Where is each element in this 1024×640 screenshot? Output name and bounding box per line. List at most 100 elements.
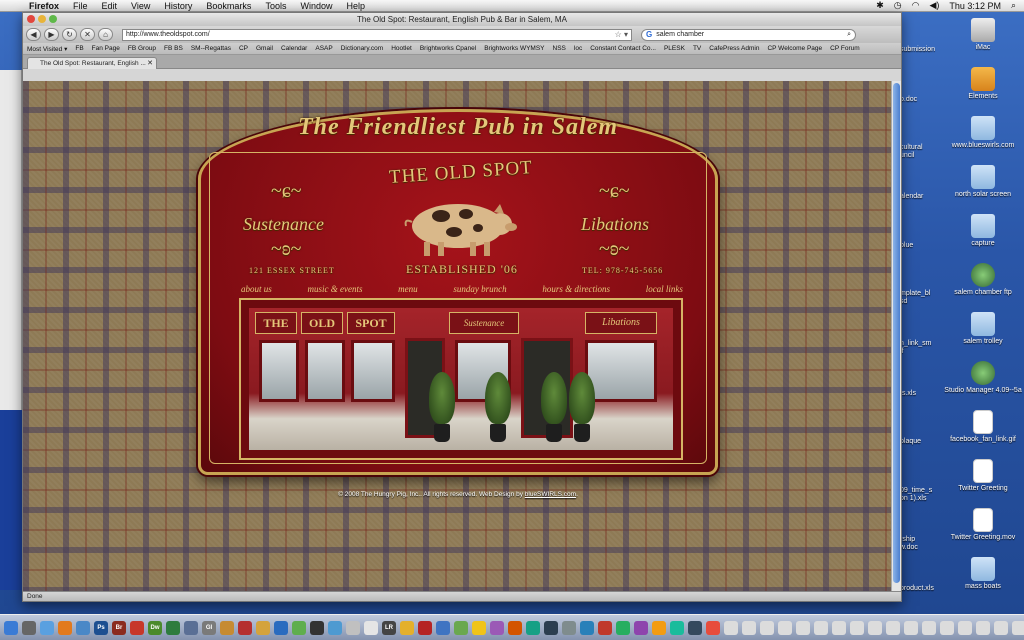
bookmark-item[interactable]: Most Visited ▾ xyxy=(27,45,67,53)
bookmark-item[interactable]: Fan Page xyxy=(92,45,120,52)
close-tab-icon[interactable]: ✕ xyxy=(147,58,153,69)
nav-about-us[interactable]: about us xyxy=(241,284,272,294)
minimized-window-icon[interactable] xyxy=(1012,620,1024,635)
app-icon[interactable] xyxy=(328,620,342,635)
nav-hours-directions[interactable]: hours & directions xyxy=(542,284,610,294)
bookmark-item[interactable]: Hootlet xyxy=(391,45,412,52)
minimized-window-icon[interactable] xyxy=(904,620,918,635)
wifi-icon[interactable]: ◠ xyxy=(912,0,920,11)
app-icon[interactable] xyxy=(472,620,486,635)
bookmark-item[interactable]: Brightworks Cpanel xyxy=(420,45,476,52)
search-icon[interactable]: ⌕ xyxy=(847,31,851,39)
app-icon[interactable] xyxy=(544,620,558,635)
menu-edit[interactable]: Edit xyxy=(95,0,125,12)
app-icon[interactable] xyxy=(706,620,720,635)
tab-the-old-spot[interactable]: The Old Spot: Restaurant, English ... ✕ xyxy=(27,57,157,69)
app-icon[interactable] xyxy=(598,620,612,635)
desktop-icon-imac[interactable]: iMac xyxy=(943,18,1023,51)
app-icon[interactable] xyxy=(238,620,252,635)
app-icon[interactable] xyxy=(364,620,378,635)
app-icon[interactable] xyxy=(292,620,306,635)
menu-file[interactable]: File xyxy=(66,0,95,12)
background-window[interactable] xyxy=(0,70,22,590)
home-button[interactable]: ⌂ xyxy=(98,28,113,41)
menu-bookmarks[interactable]: Bookmarks xyxy=(199,0,258,12)
scrollbar-thumb[interactable] xyxy=(893,83,900,583)
stop-button[interactable]: ✕ xyxy=(80,28,95,41)
app-icon[interactable] xyxy=(526,620,540,635)
app-icon[interactable] xyxy=(346,620,360,635)
app-icon[interactable] xyxy=(436,620,450,635)
bookmark-item[interactable]: ASAP xyxy=(315,45,332,52)
close-window-button[interactable] xyxy=(27,15,35,23)
app-icon[interactable] xyxy=(184,620,198,635)
mail-icon[interactable] xyxy=(76,620,90,635)
spotlight-icon[interactable]: ⌕ xyxy=(1011,0,1016,11)
app-icon[interactable] xyxy=(400,620,414,635)
bookmark-item[interactable]: PLESK xyxy=(664,45,685,52)
designer-link[interactable]: blueSWIRLS.com xyxy=(525,491,576,498)
minimized-window-icon[interactable] xyxy=(976,620,990,635)
bookmark-item[interactable]: NSS xyxy=(553,45,566,52)
window-title-bar[interactable]: The Old Spot: Restaurant, English Pub & … xyxy=(23,13,901,26)
safari-icon[interactable] xyxy=(40,620,54,635)
desktop-label-partial[interactable]: mplate_bl xyxy=(900,290,930,297)
bookmark-item[interactable]: CP Forum xyxy=(830,45,860,52)
finder-icon[interactable] xyxy=(4,620,18,635)
pig-logo-icon[interactable] xyxy=(396,192,526,262)
menu-app-name[interactable]: Firefox xyxy=(22,0,66,12)
nav-local-links[interactable]: local links xyxy=(646,284,683,294)
bookmark-item[interactable]: CP Welcome Page xyxy=(767,45,822,52)
desktop-label-partial[interactable]: uncil xyxy=(900,152,914,159)
desktop-label-partial[interactable]: ts.xls xyxy=(900,390,916,397)
minimize-window-button[interactable] xyxy=(38,15,46,23)
desktop-label-partial[interactable]: plaque xyxy=(900,438,921,445)
desktop-icon-mass-boats[interactable]: mass boats xyxy=(943,557,1023,590)
reload-button[interactable]: ↻ xyxy=(62,28,77,41)
app-icon[interactable] xyxy=(274,620,288,635)
desktop-icon-salem-chamber-ftp[interactable]: salem chamber ftp xyxy=(943,263,1023,296)
minimized-window-icon[interactable] xyxy=(724,620,738,635)
bookmark-item[interactable]: FB Group xyxy=(128,45,156,52)
bookmark-item[interactable]: loc xyxy=(574,45,582,52)
desktop-icon-north-solar[interactable]: north solar screen xyxy=(943,165,1023,198)
google-icon[interactable]: G xyxy=(646,30,652,39)
bookmark-item[interactable]: CafePress Admin xyxy=(709,45,759,52)
app-icon[interactable] xyxy=(670,620,684,635)
timemachine-icon[interactable]: ◷ xyxy=(894,0,902,11)
minimized-window-icon[interactable] xyxy=(868,620,882,635)
app-icon[interactable] xyxy=(688,620,702,635)
minimized-window-icon[interactable] xyxy=(994,620,1008,635)
menu-tools[interactable]: Tools xyxy=(258,0,293,12)
app-icon[interactable] xyxy=(616,620,630,635)
desktop-icon-studio-manager[interactable]: Studio Manager 4.09--5a xyxy=(943,361,1023,394)
minimized-window-icon[interactable] xyxy=(940,620,954,635)
bookmark-item[interactable]: CP xyxy=(239,45,248,52)
minimized-window-icon[interactable] xyxy=(850,620,864,635)
zoom-window-button[interactable] xyxy=(49,15,57,23)
app-icon[interactable] xyxy=(580,620,594,635)
desktop-icon-capture[interactable]: capture xyxy=(943,214,1023,247)
desktop-icon-facebook-fan-link[interactable]: facebook_fan_link.gif xyxy=(943,410,1023,443)
desktop-label-partial[interactable]: 09_time_s xyxy=(900,487,932,494)
minimized-window-icon[interactable] xyxy=(796,620,810,635)
nav-sunday-brunch[interactable]: sunday brunch xyxy=(453,284,506,294)
bridge-icon[interactable]: Br xyxy=(112,620,126,635)
bookmark-item[interactable]: TV xyxy=(693,45,701,52)
lightroom-icon[interactable]: LR xyxy=(382,620,396,635)
app-icon[interactable] xyxy=(652,620,666,635)
bookmark-item[interactable]: Calendar xyxy=(281,45,307,52)
acrobat-icon[interactable] xyxy=(130,620,144,635)
nav-menu[interactable]: menu xyxy=(398,284,418,294)
desktop-label-partial[interactable]: n_link_sm xyxy=(900,340,932,347)
minimized-window-icon[interactable] xyxy=(832,620,846,635)
desktop-icon-elements[interactable]: Elements xyxy=(943,67,1023,100)
menu-help[interactable]: Help xyxy=(339,0,372,12)
desktop-icon-twitter-greeting-mov[interactable]: Twitter Greeting.mov xyxy=(943,508,1023,541)
forward-button[interactable]: ▶ xyxy=(44,28,59,41)
app-icon[interactable] xyxy=(634,620,648,635)
photoshop-icon[interactable]: Ps xyxy=(94,620,108,635)
bluetooth-icon[interactable]: ✱ xyxy=(876,0,884,11)
ical-icon[interactable] xyxy=(220,620,234,635)
bookmark-star-icon[interactable]: ☆ ▾ xyxy=(615,30,628,39)
